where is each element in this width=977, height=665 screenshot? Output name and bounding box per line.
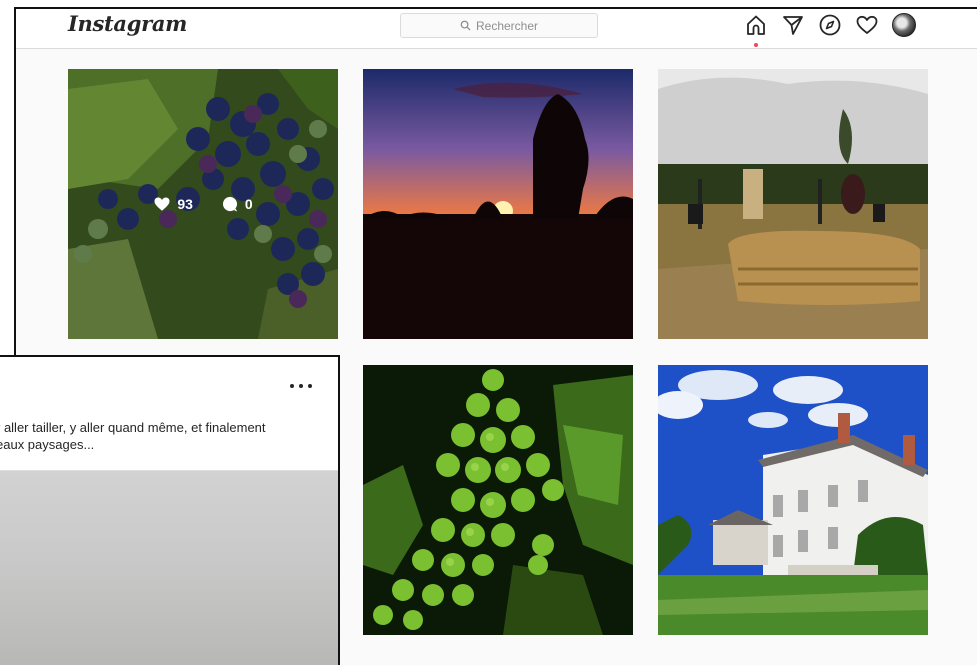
caption-line-1: r aller tailler, y aller quand même, et … xyxy=(0,420,266,435)
caption-line-2: eaux paysages... xyxy=(0,437,95,452)
grid-post-sunset[interactable] xyxy=(363,69,633,339)
post-detail-window: r aller tailler, y aller quand même, et … xyxy=(0,355,340,665)
grid-post-grapes-purple[interactable]: 93 0 xyxy=(68,69,338,339)
avatar[interactable] xyxy=(892,13,916,37)
comment-icon xyxy=(222,196,238,212)
comments-count: 0 xyxy=(244,196,253,212)
grapes-green-image xyxy=(363,365,633,635)
activity-icon[interactable] xyxy=(855,13,879,37)
likes-count: 93 xyxy=(177,196,193,212)
search-placeholder: Rechercher xyxy=(475,18,539,33)
direct-icon[interactable] xyxy=(781,13,805,37)
home-icon[interactable] xyxy=(744,13,768,47)
active-indicator xyxy=(754,43,758,47)
post-image[interactable] xyxy=(0,471,338,665)
house-image xyxy=(658,365,928,635)
search-icon xyxy=(460,20,471,31)
nav-icons xyxy=(744,13,916,47)
likes-stat: 93 xyxy=(153,195,193,213)
heart-icon xyxy=(154,197,170,211)
comments-stat: 0 xyxy=(221,195,253,213)
field-image xyxy=(658,69,928,339)
grid-post-house[interactable] xyxy=(658,365,928,635)
sunset-image xyxy=(363,69,633,339)
more-options-icon[interactable] xyxy=(290,381,312,391)
instagram-logo[interactable]: Instagram xyxy=(68,11,187,36)
post-caption: r aller tailler, y aller quand même, et … xyxy=(0,419,326,453)
explore-icon[interactable] xyxy=(818,13,842,37)
post-hover-overlay: 93 0 xyxy=(68,69,338,339)
grid-post-field[interactable] xyxy=(658,69,928,339)
grid-post-grapes-green[interactable] xyxy=(363,365,633,635)
search-input[interactable]: Rechercher xyxy=(400,13,598,38)
top-nav-bar: Instagram Rechercher xyxy=(16,9,977,49)
